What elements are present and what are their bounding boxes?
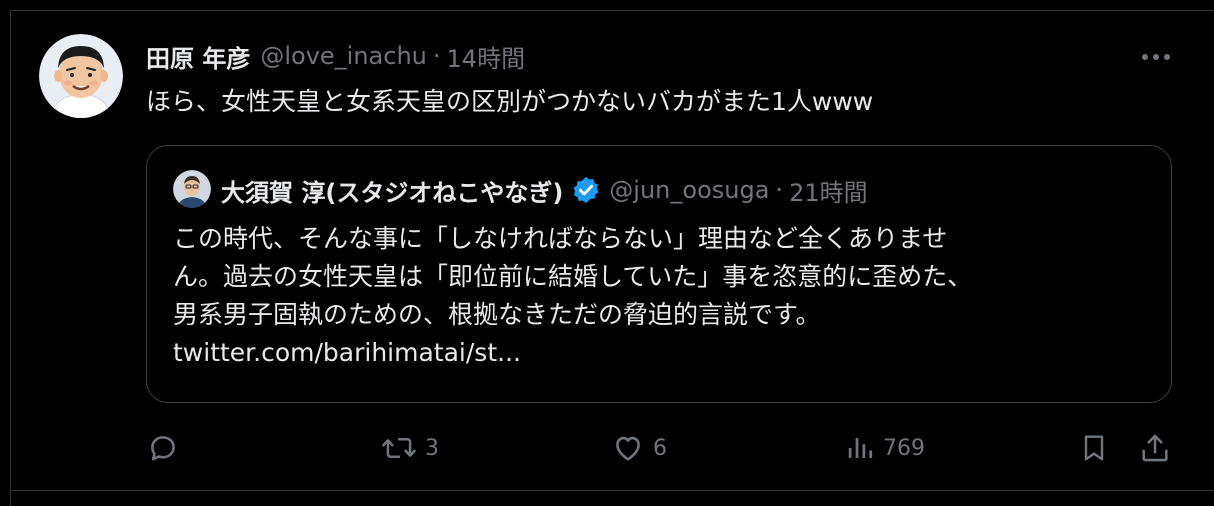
retweet-button[interactable]: 3 (381, 430, 439, 466)
author-name[interactable]: 田原 年彦 (146, 39, 250, 74)
views-count: 769 (883, 435, 925, 461)
tweet-timestamp[interactable]: 14時間 (447, 39, 526, 74)
tweet-header: 田原 年彦 @love_inachu · 14時間 (146, 38, 525, 74)
quoted-header-separator: · (775, 176, 784, 204)
bookmark-button[interactable] (1078, 430, 1110, 466)
tweet-divider (10, 490, 1214, 491)
views-icon (848, 438, 873, 458)
more-icon[interactable] (1136, 42, 1176, 72)
tweet-text: ほら、女性天皇と女系天皇の区別がつかないバカがまた1人www (146, 87, 874, 116)
quoted-text-line: ん。過去の女性天皇は「即位前に結婚していた」事を恣意的に歪めた、 (173, 262, 973, 291)
verified-badge-icon (573, 176, 599, 204)
share-icon (1142, 434, 1168, 462)
reply-icon (151, 436, 175, 461)
quoted-header: 大須賀 淳(スタジオねこやなぎ) @jun_oosuga · 21時間 (221, 172, 868, 208)
quoted-author-avatar[interactable] (173, 170, 211, 208)
quoted-timestamp[interactable]: 21時間 (789, 173, 868, 208)
author-handle[interactable]: @love_inachu (260, 42, 427, 70)
quoted-text-line: この時代、そんな事に「しなければならない」理由など全くありませ (173, 224, 948, 253)
retweet-icon (382, 438, 416, 458)
retweet-count: 3 (425, 435, 439, 461)
author-avatar[interactable] (39, 34, 123, 118)
like-icon (616, 436, 640, 461)
share-button[interactable] (1138, 430, 1172, 466)
bookmark-icon (1084, 435, 1104, 461)
quoted-tweet[interactable]: 大須賀 淳(スタジオねこやなぎ) @jun_oosuga · 21時間 この時代… (146, 145, 1172, 403)
quoted-author-name[interactable]: 大須賀 淳(スタジオねこやなぎ) (221, 173, 563, 208)
like-button[interactable]: 6 (611, 430, 667, 466)
quoted-text-line: 男系男子固執のための、根拠なきただの脅迫的言説です。 (173, 300, 821, 329)
like-count: 6 (653, 435, 667, 461)
header-separator: · (432, 42, 441, 70)
views-button[interactable]: 769 (845, 430, 925, 466)
reply-button[interactable] (146, 430, 188, 466)
quoted-author-handle[interactable]: @jun_oosuga (609, 176, 769, 204)
quoted-text: この時代、そんな事に「しなければならない」理由など全くありませ ん。過去の女性天… (173, 220, 1153, 372)
quoted-link[interactable]: twitter.com/barihimatai/st... (173, 334, 1153, 372)
